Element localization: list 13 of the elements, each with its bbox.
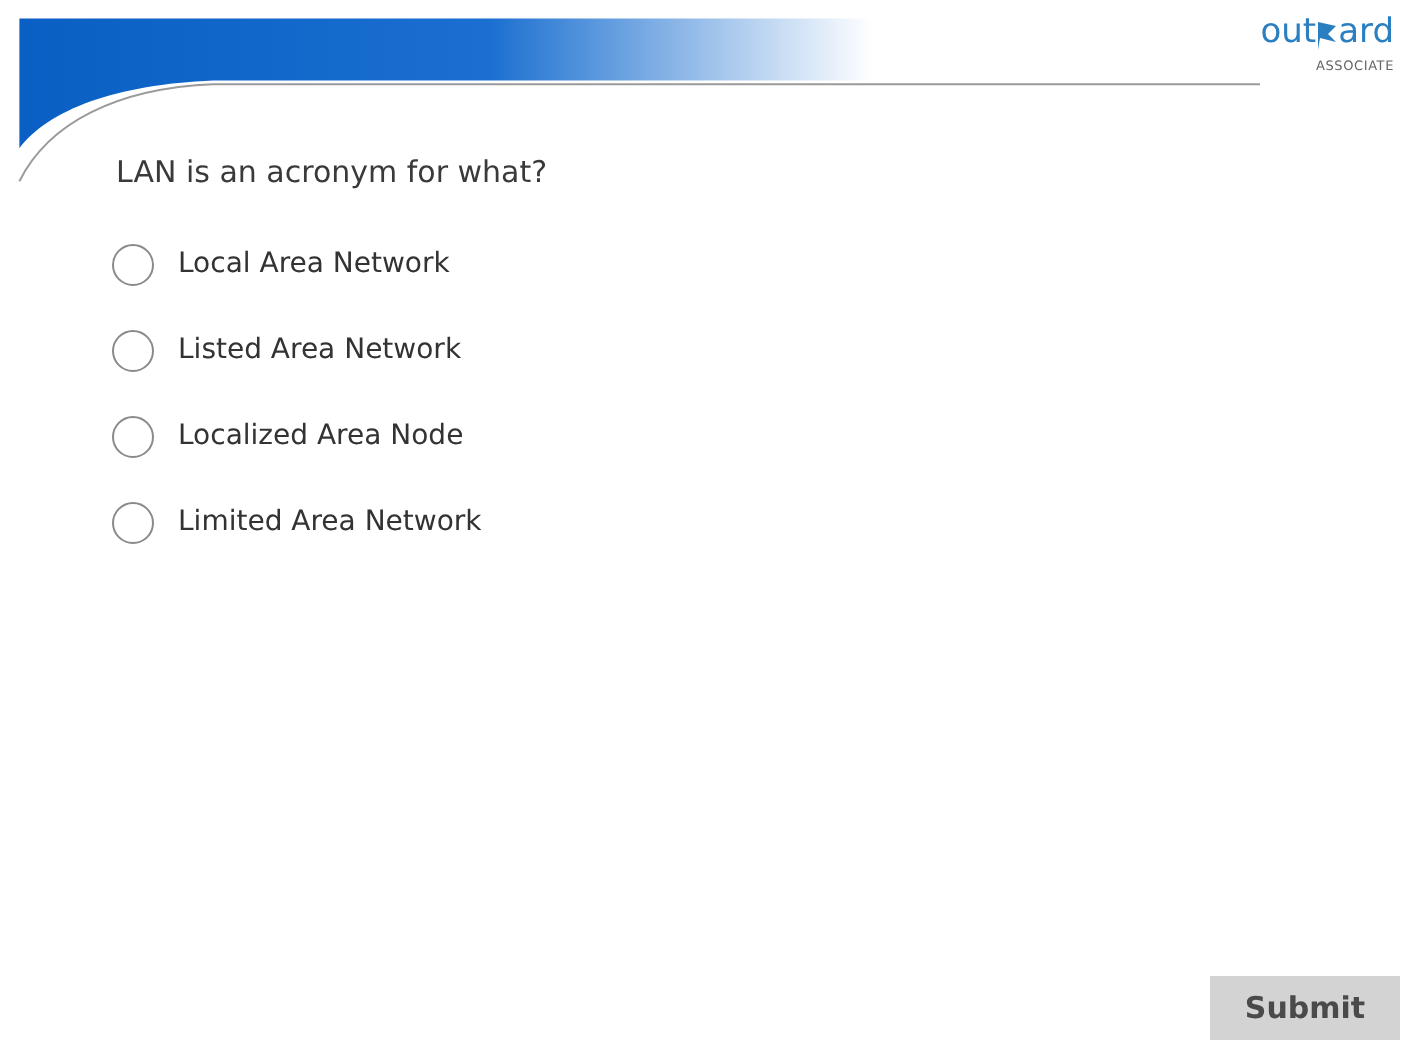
option-label[interactable]: Listed Area Network — [178, 329, 462, 371]
option-label[interactable]: Local Area Network — [178, 243, 450, 285]
radio-button[interactable] — [112, 415, 154, 457]
radio-button[interactable] — [112, 243, 154, 285]
option-label[interactable]: Localized Area Node — [178, 415, 464, 457]
submit-button[interactable]: Submit — [1210, 976, 1400, 1040]
question-text: LAN is an acronym for what? — [116, 152, 550, 194]
flag-icon — [1316, 20, 1339, 50]
radio-button[interactable] — [112, 501, 154, 543]
logo-text: out — [1260, 16, 1317, 50]
logo-text: ard — [1338, 16, 1394, 50]
radio-button[interactable] — [112, 329, 154, 371]
option-label[interactable]: Limited Area Network — [178, 501, 482, 543]
